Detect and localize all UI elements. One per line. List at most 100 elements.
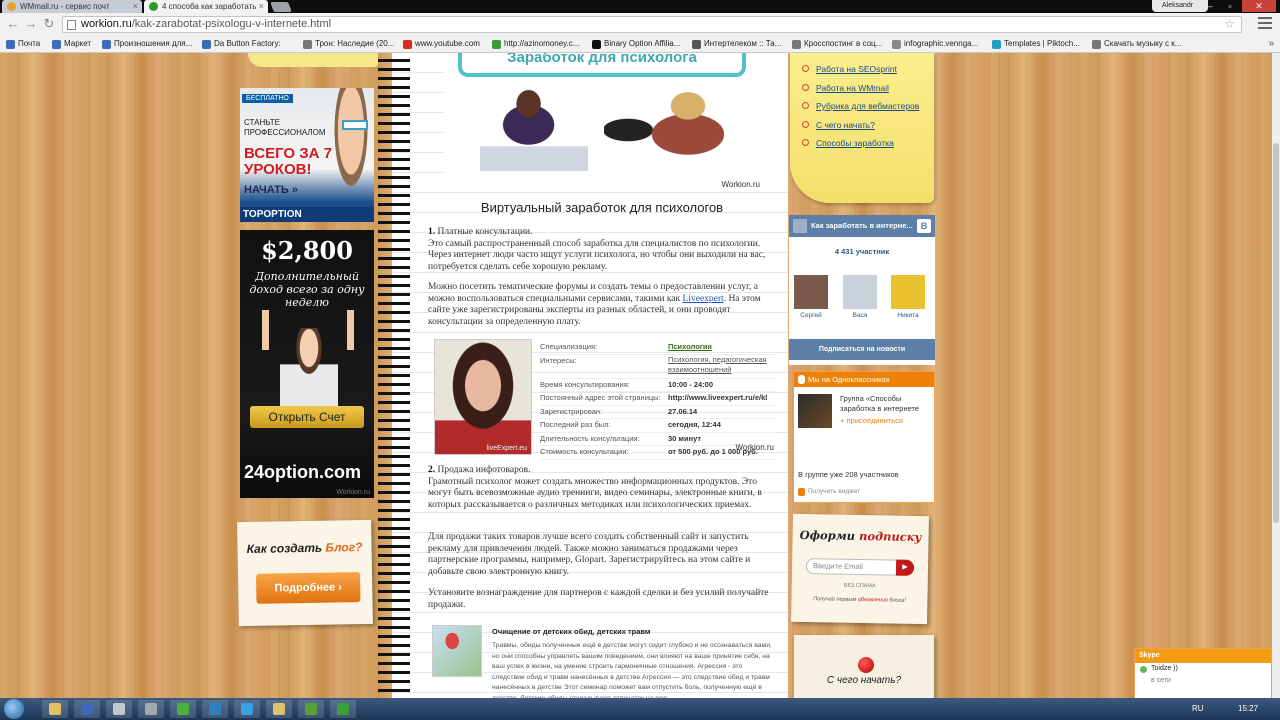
bookmark-item[interactable]: Binary Option Affilia... — [592, 35, 680, 53]
bookmarks-overflow-icon[interactable]: » — [1268, 35, 1274, 53]
glasses-image — [342, 120, 368, 130]
notebook-spiral — [378, 53, 410, 698]
vk-member[interactable]: Вася — [842, 275, 878, 319]
profile-row: Последний раз был: сегодня, 12:44 — [540, 419, 776, 433]
start-button[interactable] — [4, 699, 24, 719]
youtube-icon — [403, 40, 412, 49]
bookmark-item[interactable]: Кросспостинг в соц... — [792, 35, 882, 53]
subscribe-button[interactable]: ▶ — [895, 559, 915, 576]
taskbar-app[interactable] — [138, 700, 164, 718]
page-scrollbar[interactable] — [1272, 53, 1280, 698]
article-title: Виртуальный заработок для психологов — [480, 200, 724, 215]
tab-workion[interactable]: 4 способа как заработать × — [144, 0, 268, 13]
maximize-button[interactable]: ▫ — [1220, 0, 1240, 12]
taskbar-app[interactable] — [170, 700, 196, 718]
woman-at-desk-image — [480, 87, 588, 171]
skype-icon — [209, 703, 221, 715]
taskbar-app[interactable] — [42, 700, 68, 718]
group-avatar[interactable] — [798, 394, 832, 428]
scrollbar-thumb[interactable] — [1273, 143, 1279, 523]
bookmark-item[interactable]: Templates | Piktoch... — [992, 35, 1080, 53]
close-window-button[interactable]: ✕ — [1242, 0, 1276, 12]
bookmark-item[interactable]: Скачать музыку с к... — [1092, 35, 1181, 53]
new-tab-button[interactable] — [270, 2, 292, 12]
bookmark-item[interactable]: infographic.vennga... — [892, 35, 978, 53]
banner-logo: TOPOPTION — [240, 207, 374, 222]
seminar-ad[interactable]: Очищение от детских обид, детских травм … — [430, 623, 778, 698]
avatar — [891, 275, 925, 309]
taskbar-app[interactable] — [202, 700, 228, 718]
bookmark-item[interactable]: Трон: Наследие (20... — [303, 35, 394, 53]
skype-notification[interactable]: Skype Toidze )) в сети — [1134, 648, 1272, 700]
wmmail-icon — [7, 2, 16, 11]
back-icon[interactable]: ← — [6, 17, 20, 31]
bookmark-item[interactable]: Интертелеком :: Та... — [692, 35, 781, 53]
taskbar-app[interactable] — [106, 700, 132, 718]
clock[interactable]: 15:27 — [1238, 698, 1258, 720]
menu-item[interactable]: С чего начать? — [802, 119, 919, 138]
more-button[interactable]: Подробнее › — [256, 572, 361, 604]
24option-banner[interactable]: $2,800 Дополнительный доход всего за одн… — [240, 230, 374, 498]
seminar-heading[interactable]: Очищение от детских обид, детских травм — [492, 627, 650, 636]
topoption-banner[interactable]: БЕСПЛАТНО СТАНЬТЕ ПРОФЕССИОНАЛОМ ВСЕГО З… — [240, 88, 374, 222]
ok-join-button[interactable]: + присоединиться — [840, 416, 903, 425]
forward-icon[interactable]: → — [24, 17, 38, 31]
skype-header: Skype — [1135, 649, 1271, 663]
profile-row: Постоянный адрес этой страницы: http://ww… — [540, 392, 776, 406]
bookmark-item[interactable]: http://azinomoney.c... — [492, 35, 579, 53]
blog-note-title: Как создать Блог? — [246, 539, 363, 557]
app-icon — [81, 703, 93, 715]
vk-widget-header[interactable]: Как заработать в интерне... В — [789, 215, 935, 237]
app-icon — [145, 703, 157, 715]
bookmark-icon — [1092, 40, 1101, 49]
vk-member[interactable]: Сергей — [793, 275, 829, 319]
liveexpert-link[interactable]: Liveexpert — [683, 294, 724, 304]
vk-subscribe-button[interactable]: Подписаться на новости — [789, 339, 935, 360]
app-icon — [113, 703, 125, 715]
menu-item[interactable]: Работа на WMmail — [802, 82, 919, 101]
start-here-note[interactable]: С чего начать? — [794, 635, 934, 698]
bookmark-item[interactable]: Da Button Factory: — [202, 35, 281, 53]
taskbar-app[interactable] — [298, 700, 324, 718]
bookmark-icon — [52, 40, 61, 49]
article-paragraph: 2. Продажа инфотоваров. Грамотный психол… — [428, 465, 762, 510]
minimize-button[interactable]: — — [1198, 0, 1218, 12]
vk-logo-icon: В — [917, 219, 931, 233]
bookmark-icon — [992, 40, 1001, 49]
menu-item[interactable]: Рубрика для вебмастеров — [802, 100, 919, 119]
taskbar-app[interactable] — [234, 700, 260, 718]
bookmark-item[interactable]: Произношения для... — [102, 35, 192, 53]
bookmark-icon — [592, 40, 601, 49]
watermark: Workion.ru — [336, 489, 370, 496]
close-tab-icon[interactable]: × — [133, 0, 138, 13]
close-tab-icon[interactable]: × — [259, 0, 264, 13]
skype-contact[interactable]: Toidze )) — [1135, 663, 1271, 675]
get-widget-link[interactable]: Получить виджет — [798, 488, 860, 496]
bookmark-item[interactable]: Почта — [6, 35, 40, 53]
banner-cta: НАЧАТЬ » — [244, 184, 298, 196]
group-avatar — [793, 219, 807, 233]
menu-item[interactable]: Работа на SEOsprint — [802, 63, 919, 82]
watermark: Workion.ru — [735, 443, 774, 452]
open-account-button[interactable]: Открыть Счет — [250, 406, 364, 428]
bookmark-icon — [6, 40, 15, 49]
language-indicator[interactable]: RU — [1192, 698, 1204, 720]
ok-group-name[interactable]: Группа «Способы заработка в интернете — [840, 394, 932, 414]
menu-item[interactable]: Способы заработка — [802, 137, 919, 156]
taskbar-app[interactable] — [74, 700, 100, 718]
vk-member[interactable]: Никита — [890, 275, 926, 319]
taskbar-app[interactable] — [330, 700, 356, 718]
menu-icon[interactable] — [1258, 17, 1272, 29]
bookmark-item[interactable]: Маркет — [52, 35, 91, 53]
tab-wmmail[interactable]: WMmail.ru - сервис почт × — [2, 0, 142, 13]
bookmark-item[interactable]: www.youtube.com — [403, 35, 480, 53]
bookmark-label: Интертелеком :: Та... — [704, 39, 782, 48]
ok-member-count: В группе уже 208 участников — [798, 470, 899, 479]
bookmark-star-icon[interactable]: ☆ — [1224, 17, 1235, 32]
taskbar-app[interactable] — [266, 700, 292, 718]
reload-icon[interactable]: ↻ — [42, 17, 56, 31]
address-bar[interactable]: workion.ru/kak-zarabotat-psixologu-v-int… — [62, 16, 1242, 33]
profile-row: Специализация: Психология — [540, 341, 776, 355]
avatar — [843, 275, 877, 309]
vk-widget: Как заработать в интерне... В 4 431 учас… — [789, 215, 935, 365]
